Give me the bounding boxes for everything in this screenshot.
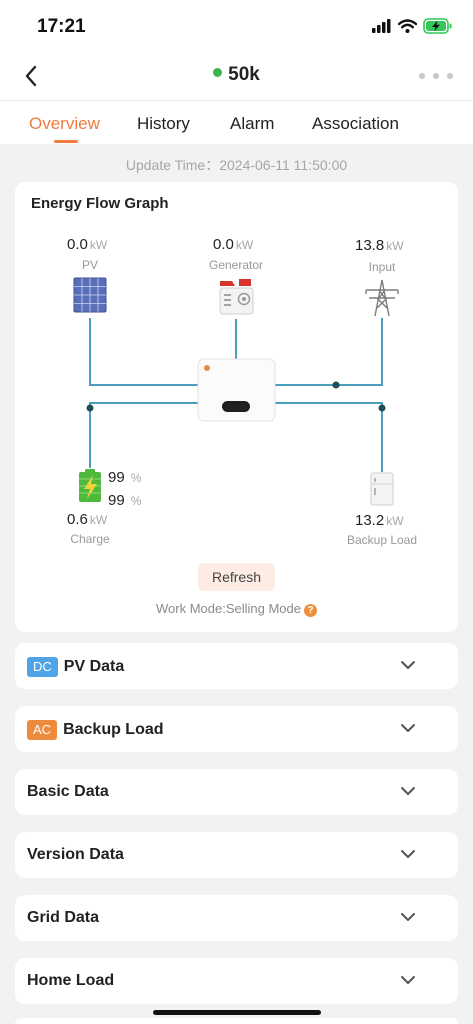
dc-badge: DC [27,657,58,677]
chevron-down-icon[interactable] [400,659,416,671]
battery-power: 0.6 kW [67,511,107,528]
section-home-load[interactable]: Home Load [15,958,458,1004]
section-backup-load[interactable]: AC Backup Load [15,706,458,752]
tab-alarm[interactable]: Alarm [230,114,274,134]
section-title: AC Backup Load [27,720,164,740]
tab-association[interactable]: Association [312,114,399,134]
chevron-down-icon[interactable] [400,848,416,860]
generator-label: Generator [208,258,264,272]
battery-soc-1: 99% [108,469,141,486]
backup-load-power: 13.2 kW [355,512,404,529]
cellular-signal-icon [372,19,391,33]
inverter-icon [197,358,276,422]
pv-power: 0.0 kW [67,236,107,253]
section-version-data[interactable]: Version Data [15,832,458,878]
flow-node [86,404,94,412]
battery-soc-2-unit: % [130,494,142,508]
input-label: Input [368,260,396,274]
generator-power-unit: kW [235,238,254,252]
input-power: 13.8 kW [355,237,404,254]
chevron-down-icon[interactable] [400,911,416,923]
refresh-button[interactable]: Refresh [198,563,275,591]
section-title: DC PV Data [27,657,124,677]
help-icon[interactable]: ? [304,604,317,617]
work-mode-text: Work Mode:Selling Mode [156,601,301,616]
section-pv-data[interactable]: DC PV Data [15,643,458,689]
section-basic-data[interactable]: Basic Data [15,769,458,815]
battery-soc-2-value: 99 [108,492,125,509]
battery-power-unit: kW [89,513,108,527]
chevron-down-icon[interactable] [400,722,416,734]
update-time: Update Time：2024-06-11 11:50:00 [125,157,348,173]
generator-icon [219,279,254,315]
tab-history[interactable]: History [137,114,190,134]
input-power-unit: kW [386,239,404,253]
battery-soc-2: 99% [108,492,141,509]
battery-icon [79,469,101,502]
device-title: 50k [0,64,473,86]
pv-power-value: 0.0 [67,236,88,253]
section-label: Home Load [27,972,115,989]
more-button[interactable] [419,66,453,86]
status-time: 17:21 [37,16,86,37]
backup-load-power-unit: kW [386,514,404,528]
home-indicator[interactable] [153,1010,321,1015]
battery-power-value: 0.6 [67,511,88,528]
fridge-icon [370,472,394,506]
nav-bar: 50k [0,52,473,100]
section-next-partial [15,1018,458,1024]
work-mode: Work Mode:Selling Mode? [15,601,458,617]
active-tab-indicator [54,140,78,143]
status-bar: 17:21 [0,0,473,52]
energy-flow-title: Energy Flow Graph [31,195,169,212]
pv-power-unit: kW [89,238,108,252]
battery-soc-1-value: 99 [108,469,125,486]
pv-label: PV [81,258,98,272]
input-power-value: 13.8 [355,237,385,254]
section-label: Grid Data [27,909,100,926]
chevron-down-icon[interactable] [400,974,416,986]
chevron-down-icon[interactable] [400,785,416,797]
backup-load-power-value: 13.2 [355,512,385,529]
generator-power-value: 0.0 [213,236,234,253]
section-label: Backup Load [63,721,164,738]
battery-charge-label: Charge [70,532,110,546]
flow-node [332,381,340,389]
power-tower-icon [365,279,399,317]
more-icon-dot [447,73,453,79]
generator-power: 0.0 kW [213,236,253,253]
tab-bar: Overview History Alarm Association [0,100,473,144]
backup-load-label: Backup Load [346,533,418,547]
battery-soc-1-unit: % [130,471,142,485]
device-name: 50k [228,64,260,85]
solar-panel-icon [73,277,107,313]
more-icon [419,73,425,79]
battery-charging-icon [423,18,452,34]
status-icons [372,18,453,34]
more-icon-dot [433,73,439,79]
section-label: Basic Data [27,783,109,800]
section-grid-data[interactable]: Grid Data [15,895,458,941]
ac-badge: AC [27,720,58,740]
flow-node [378,404,386,412]
energy-flow-card: Energy Flow Graph 0.0 kW PV 0.0 kW Generat… [15,182,458,632]
wifi-icon [398,19,417,33]
tab-overview[interactable]: Overview [29,114,100,134]
online-status-dot [213,68,223,77]
section-label: Version Data [27,846,124,863]
section-label: PV Data [63,658,125,675]
